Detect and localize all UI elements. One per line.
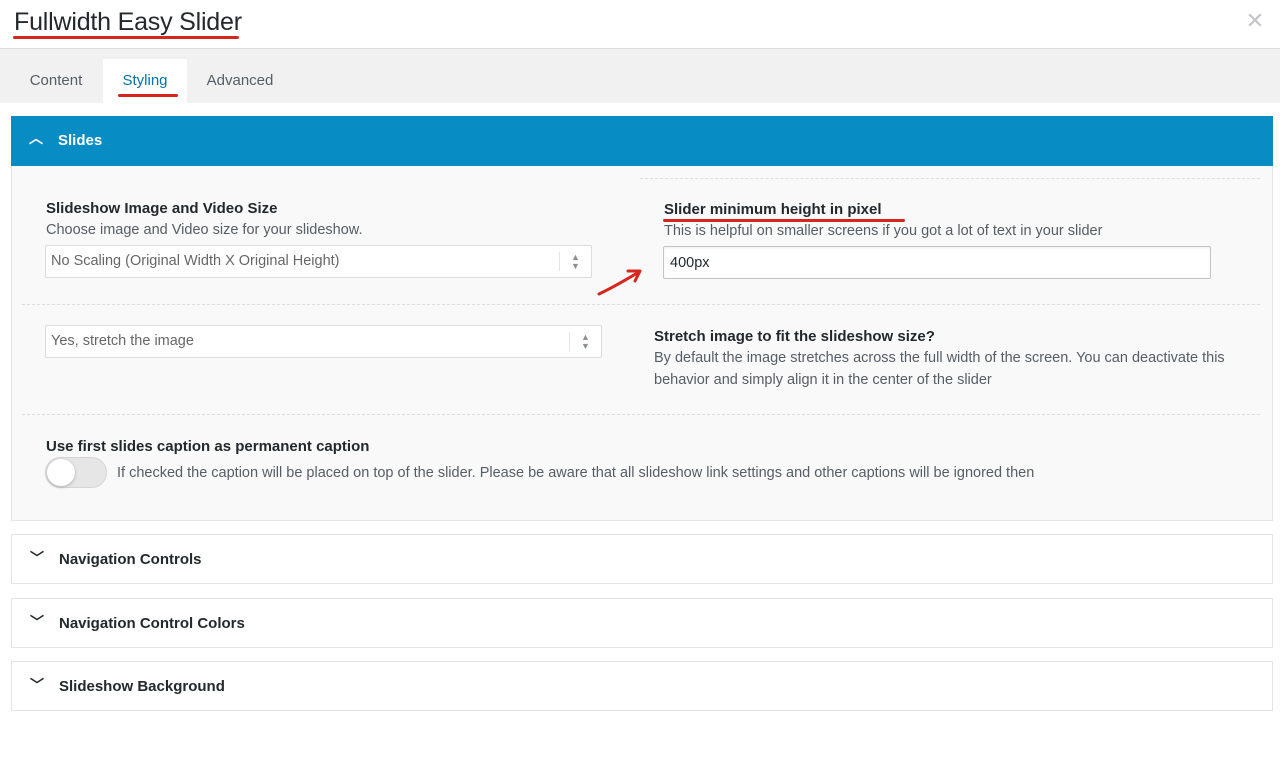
min-height-title: Slider minimum height in pixel [664, 201, 882, 218]
divider [22, 414, 1260, 415]
min-height-input[interactable] [663, 246, 1211, 279]
annotation-arrow-icon [597, 269, 642, 296]
tab-bar: Content Styling Advanced [0, 49, 1280, 103]
select-arrows-icon: ▲ ▼ [559, 252, 591, 271]
divider [22, 304, 1260, 305]
modal-header: Fullwidth Easy Slider ✕ [0, 0, 1280, 49]
chevron-down-icon: ﹀ [30, 550, 44, 566]
annotation-underline-tab [118, 94, 178, 97]
slideshow-background-label: Slideshow Background [59, 678, 225, 695]
permanent-caption-description: If checked the caption will be placed on… [117, 465, 1035, 481]
close-icon[interactable]: ✕ [1244, 10, 1266, 32]
toggle-knob [47, 459, 75, 486]
navigation-control-colors-section[interactable]: ﹀ Navigation Control Colors [11, 598, 1273, 648]
tab-advanced[interactable]: Advanced [190, 59, 290, 103]
permanent-caption-title: Use first slides caption as permanent ca… [46, 438, 370, 455]
divider [640, 178, 1260, 179]
tab-content[interactable]: Content [12, 59, 100, 103]
navigation-controls-label: Navigation Controls [59, 551, 202, 568]
stretch-title: Stretch image to fit the slideshow size? [654, 328, 935, 345]
slides-panel [11, 116, 1273, 521]
modal-title: Fullwidth Easy Slider [14, 8, 242, 36]
image-size-selected-value: No Scaling (Original Width X Original He… [51, 253, 340, 269]
min-height-description: This is helpful on smaller screens if yo… [664, 223, 1103, 239]
permanent-caption-toggle[interactable] [45, 457, 107, 488]
navigation-controls-section[interactable]: ﹀ Navigation Controls [11, 534, 1273, 584]
select-arrows-icon: ▲ ▼ [569, 332, 601, 351]
navigation-control-colors-label: Navigation Control Colors [59, 615, 245, 632]
chevron-down-icon: ﹀ [30, 677, 44, 693]
image-size-title: Slideshow Image and Video Size [46, 200, 278, 217]
stretch-select[interactable]: Yes, stretch the image ▲ ▼ [45, 325, 602, 358]
image-size-select[interactable]: No Scaling (Original Width X Original He… [45, 245, 592, 278]
chevron-up-icon: ︿ [29, 130, 43, 146]
image-size-description: Choose image and Video size for your sli… [46, 222, 363, 238]
stretch-selected-value: Yes, stretch the image [51, 333, 194, 349]
slides-section-label: Slides [58, 132, 103, 149]
annotation-underline-title [13, 36, 239, 39]
chevron-down-icon: ﹀ [30, 614, 44, 630]
stretch-description: By default the image stretches across th… [654, 350, 1225, 388]
slideshow-background-section[interactable]: ﹀ Slideshow Background [11, 661, 1273, 711]
slides-section-header[interactable]: ︿ Slides [11, 116, 1273, 166]
